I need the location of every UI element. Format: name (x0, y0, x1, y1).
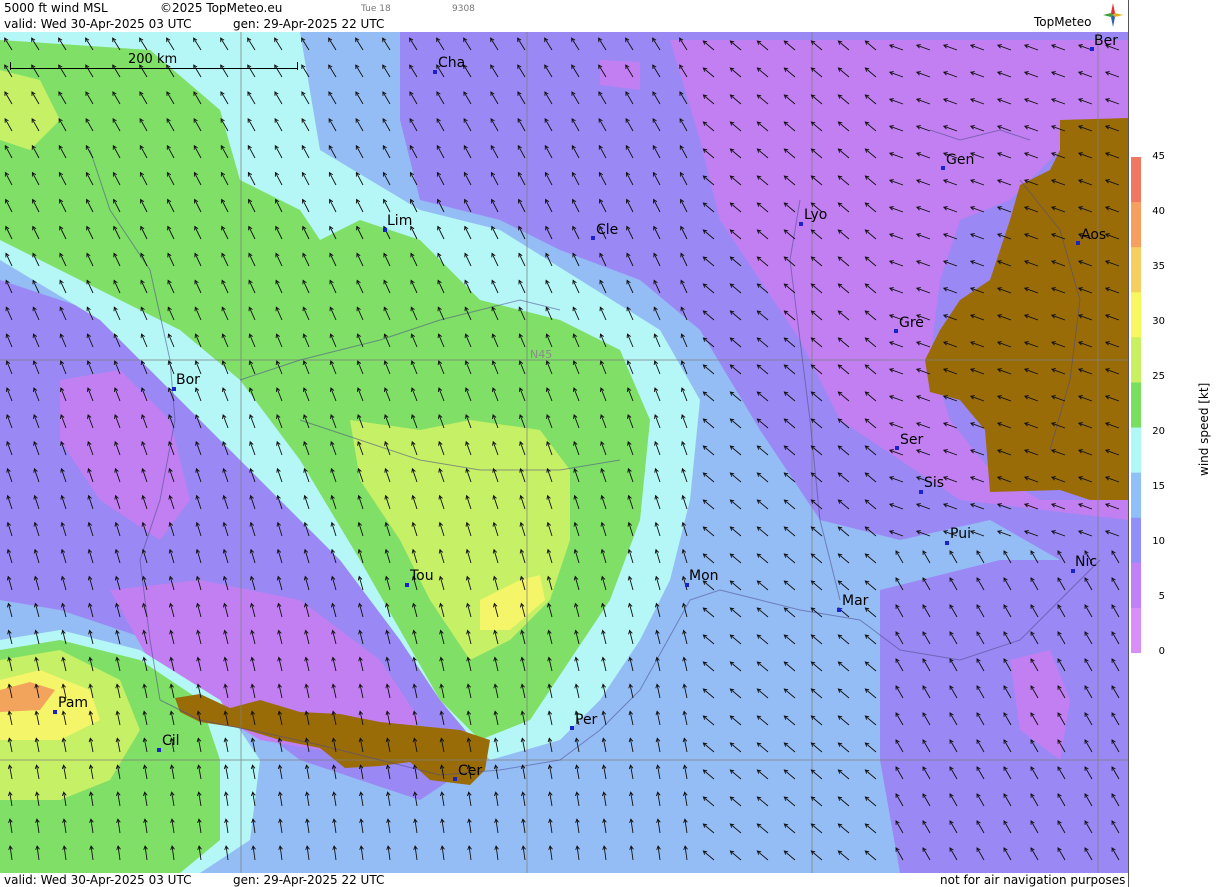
city-label: Lyo (804, 207, 828, 223)
legend-swatch (1131, 157, 1141, 203)
legend-unit-label: wind speed [kt] (1197, 382, 1211, 476)
legend-color-bar (1131, 157, 1141, 653)
legend-tick-label: 40 (1152, 206, 1165, 217)
city-label: Gen (946, 152, 975, 168)
city-dot (53, 710, 57, 714)
legend-swatch (1131, 427, 1141, 474)
valid-time: valid: Wed 30-Apr-2025 03 UTC (4, 17, 192, 31)
city-dot (570, 726, 574, 730)
color-legend: 45 40 35 30 25 20 15 10 5 0 wind speed [kt] (1128, 0, 1219, 887)
legend-swatch (1131, 607, 1141, 653)
city-label: Cle (596, 222, 619, 238)
legend-swatch (1131, 337, 1141, 383)
city-dot (894, 329, 898, 333)
disclaimer: not for air navigation purposes (940, 873, 1126, 887)
legend-swatch (1131, 517, 1141, 564)
compass-icon (1103, 3, 1123, 27)
city-label: Lim (387, 213, 413, 229)
copyright: ©2025 TopMeteo.eu (160, 1, 283, 15)
city-label: Cer (458, 763, 483, 779)
city-dot (837, 608, 841, 612)
legend-tick-label: 5 (1158, 591, 1165, 602)
legend-tick-label: 35 (1152, 261, 1165, 272)
city-label: Bor (176, 372, 200, 388)
footer-valid: valid: Wed 30-Apr-2025 03 UTC (4, 873, 192, 887)
scale-bar-tick-left (10, 62, 11, 70)
city-dot (1076, 241, 1080, 245)
city-dot (799, 222, 803, 226)
city-dot (941, 166, 945, 170)
city-dot (919, 490, 923, 494)
legend-tick-label: 0 (1158, 646, 1165, 657)
city-label: Ber (1094, 33, 1118, 49)
city-label: Cil (162, 733, 180, 749)
city-dot (945, 541, 949, 545)
code-label: 9308 (452, 4, 475, 14)
legend-tick-label: 15 (1152, 481, 1165, 492)
city-label: Cha (438, 55, 466, 71)
city-dot (591, 236, 595, 240)
legend-swatch (1131, 202, 1141, 248)
scale-bar (10, 68, 298, 69)
city-dot (433, 70, 437, 74)
city-dot (405, 583, 409, 587)
city-label: Pui (950, 526, 971, 542)
legend-swatch (1131, 247, 1141, 293)
day-label: Tue 18 (361, 4, 391, 14)
legend-tick-label: 30 (1152, 316, 1165, 327)
city-dot (157, 748, 161, 752)
brand-label: TopMeteo (1034, 15, 1092, 29)
city-dot (895, 446, 899, 450)
topmeteo-logo: TopMeteo (1034, 2, 1126, 30)
legend-swatch (1131, 382, 1141, 429)
legend-swatch (1131, 472, 1141, 519)
legend-tick-label: 10 (1152, 536, 1165, 547)
map-title: 5000 ft wind MSL (4, 1, 108, 15)
footer-gen: gen: 29-Apr-2025 22 UTC (233, 873, 385, 887)
legend-swatch (1131, 562, 1141, 609)
city-label: Sis (924, 475, 945, 491)
scale-label: 200 km (128, 52, 178, 67)
city-label: Pam (58, 695, 89, 711)
legend-swatch (1131, 292, 1141, 338)
latitude-label: N45 (530, 348, 553, 361)
legend-tick-label: 45 (1152, 151, 1165, 162)
gen-time: gen: 29-Apr-2025 22 UTC (233, 17, 385, 31)
city-label: Ser (900, 432, 924, 448)
city-label: Tou (410, 568, 434, 584)
footer-bar: valid: Wed 30-Apr-2025 03 UTC gen: 29-Ap… (0, 873, 1128, 887)
city-label: Mar (842, 593, 869, 609)
city-label: Nic (1075, 554, 1098, 570)
city-label: Mon (689, 568, 719, 584)
scale-bar-tick-right (297, 62, 298, 70)
city-label: Per (575, 712, 598, 728)
city-dot (453, 777, 457, 781)
city-label: Gre (899, 315, 924, 331)
wind-map[interactable]: 200 km N45 Cha Ber Gen Lim Cle Lyo Aos G… (0, 32, 1128, 873)
legend-tick-label: 20 (1152, 426, 1165, 437)
header-bar: 5000 ft wind MSL ©2025 TopMeteo.eu Tue 1… (0, 0, 1128, 32)
city-label: Aos (1081, 227, 1107, 243)
legend-tick-label: 25 (1152, 371, 1165, 382)
